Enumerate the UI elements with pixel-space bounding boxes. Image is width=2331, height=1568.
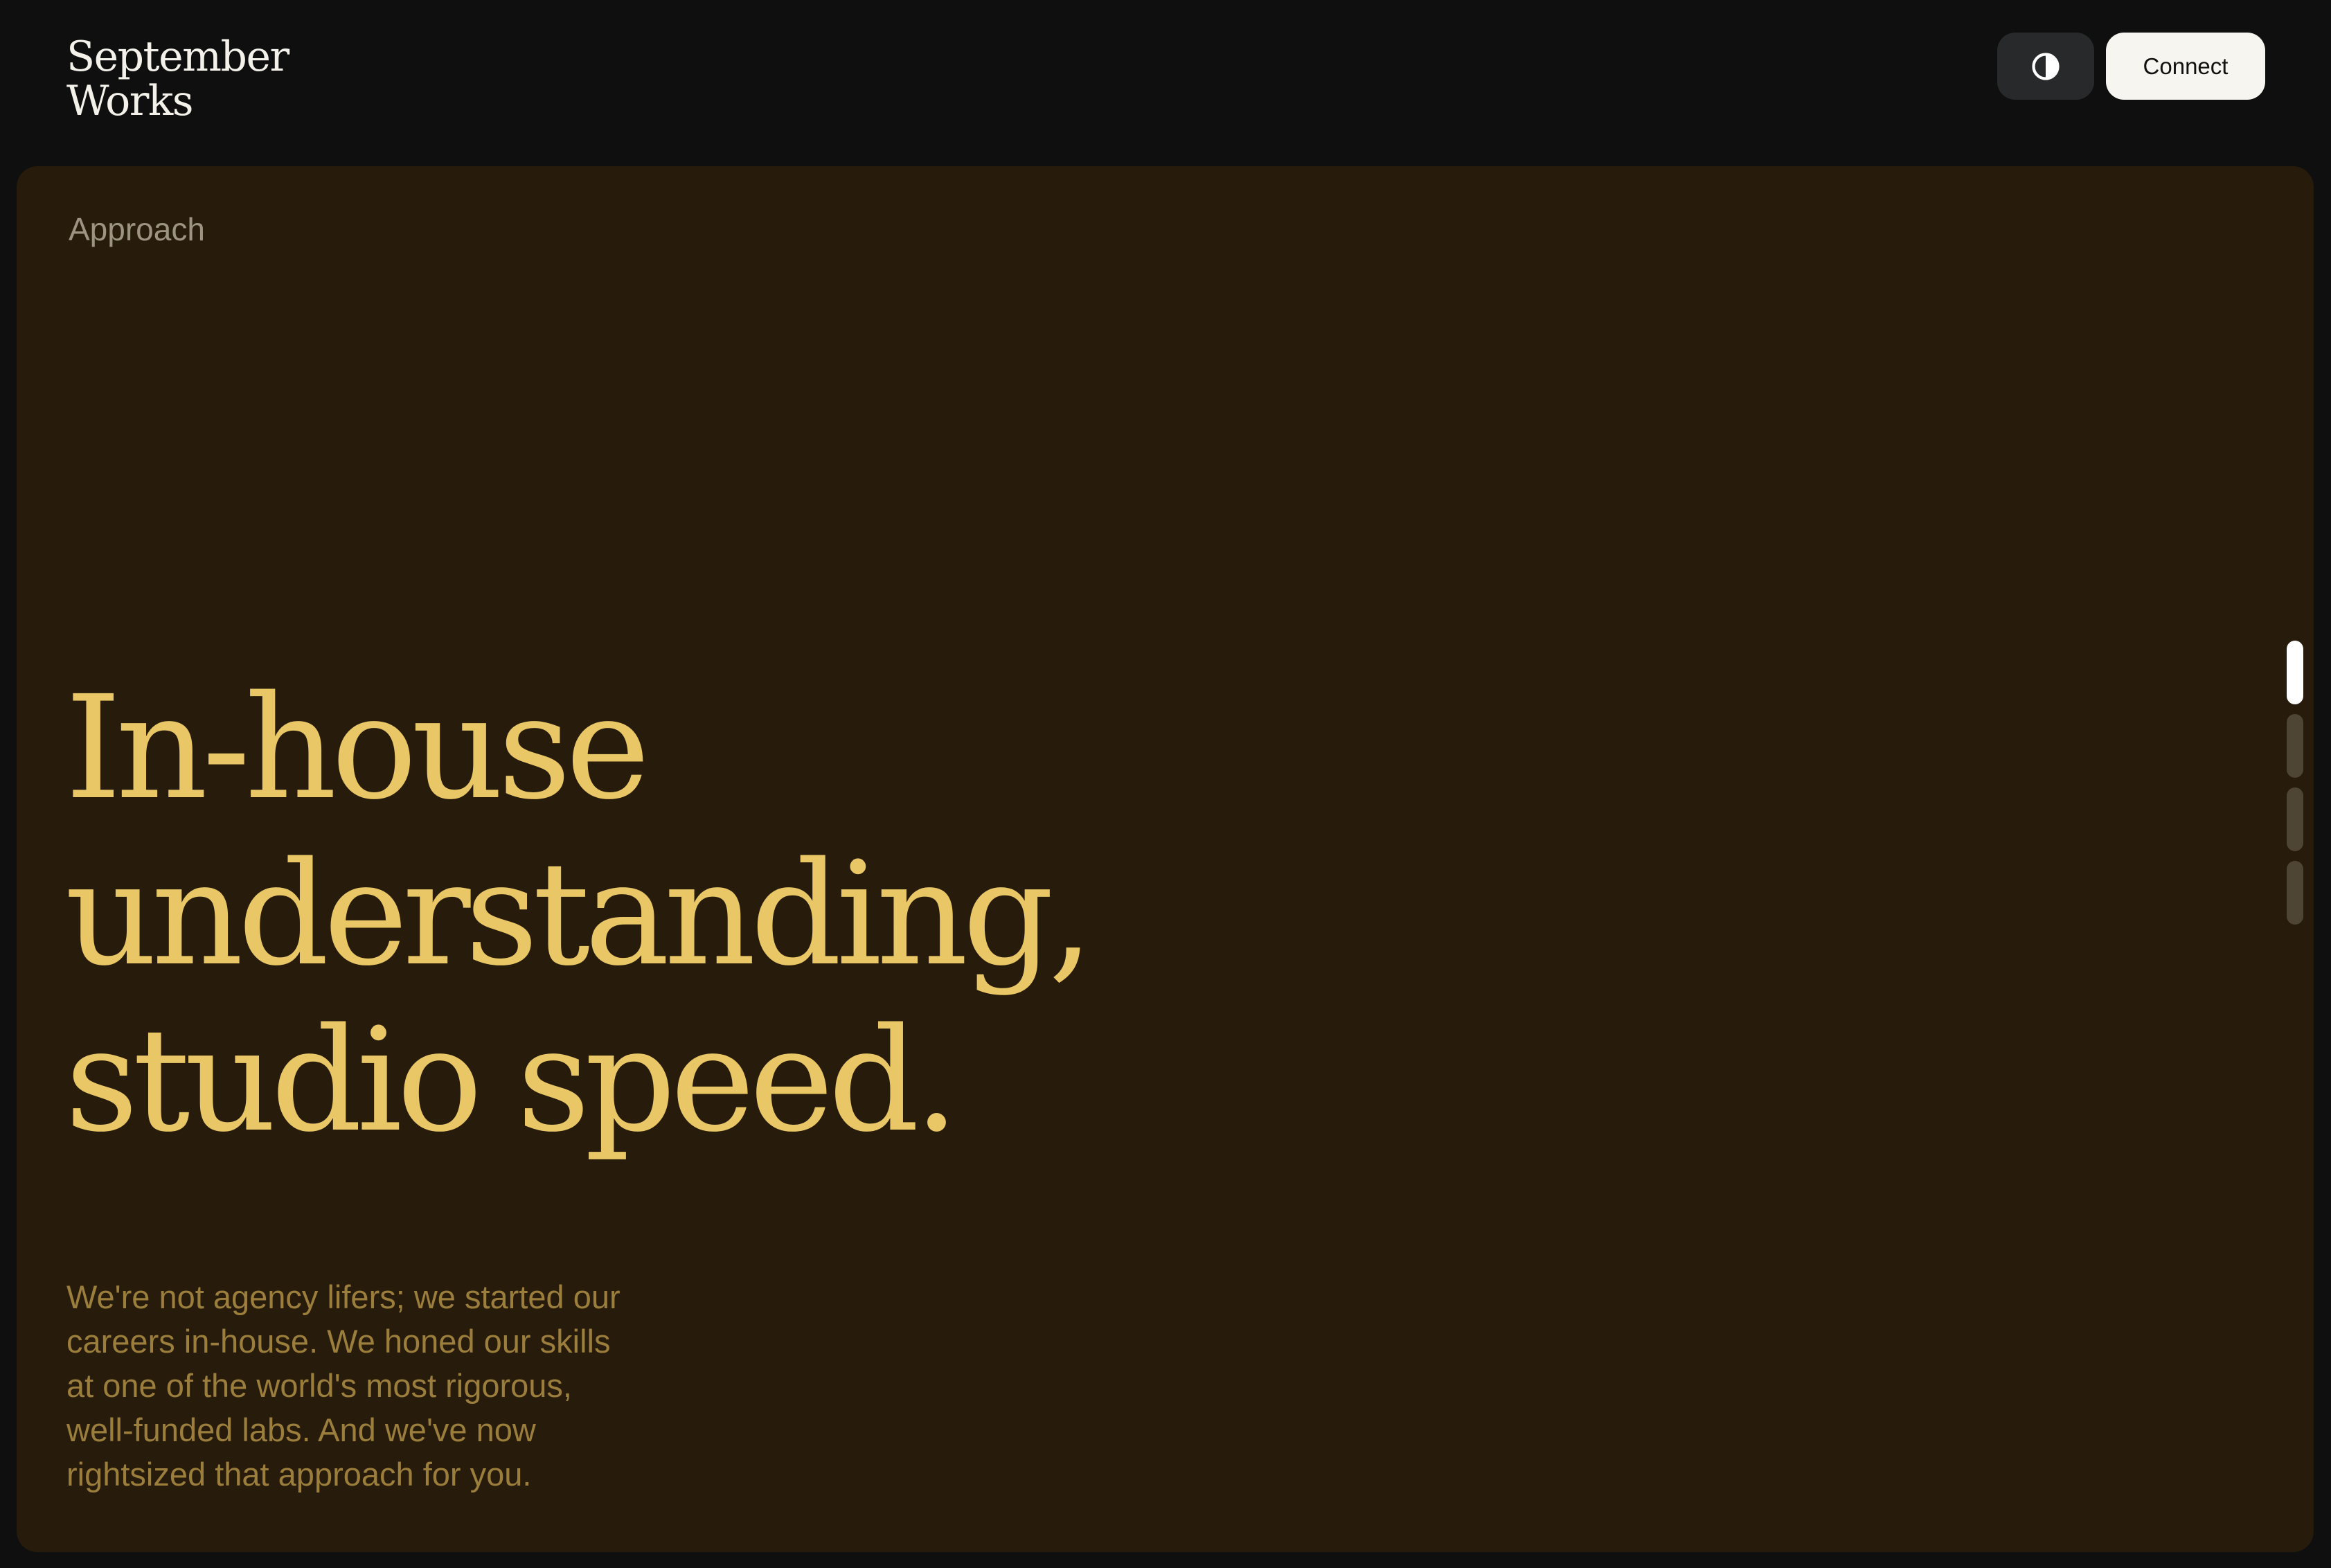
headline-line: studio speed.	[65, 997, 959, 1164]
brand-name-line-1: September	[66, 33, 289, 81]
section-headline: In-house understanding, studio speed.	[65, 665, 1093, 1164]
scroll-dot[interactable]	[2287, 787, 2303, 851]
brand-name-line-2: Works	[66, 77, 194, 125]
scroll-dot-active[interactable]	[2287, 641, 2303, 704]
theme-toggle-button[interactable]	[1997, 33, 2094, 100]
connect-button[interactable]: Connect	[2106, 33, 2265, 100]
brand-logo[interactable]: September Works	[66, 35, 289, 123]
section-label: Approach	[69, 211, 205, 247]
description-line: careers in-house. We honed our skills	[66, 1323, 611, 1360]
description-line: We're not agency lifers; we started our	[66, 1279, 620, 1315]
section-scroll-indicator	[2287, 641, 2303, 934]
approach-section: Approach In-house understanding, studio …	[17, 166, 2314, 1552]
scroll-dot[interactable]	[2287, 861, 2303, 925]
section-description: We're not agency lifers; we started our …	[66, 1275, 690, 1497]
scroll-dot[interactable]	[2287, 714, 2303, 778]
description-line: at one of the world's most rigorous,	[66, 1367, 572, 1404]
contrast-half-circle-icon	[2032, 52, 2060, 80]
headline-line: In-house	[65, 665, 650, 831]
description-line: well-funded labs. And we've now	[66, 1411, 536, 1448]
description-line: rightsized that approach for you.	[66, 1456, 532, 1493]
headline-line: understanding,	[65, 831, 1093, 997]
